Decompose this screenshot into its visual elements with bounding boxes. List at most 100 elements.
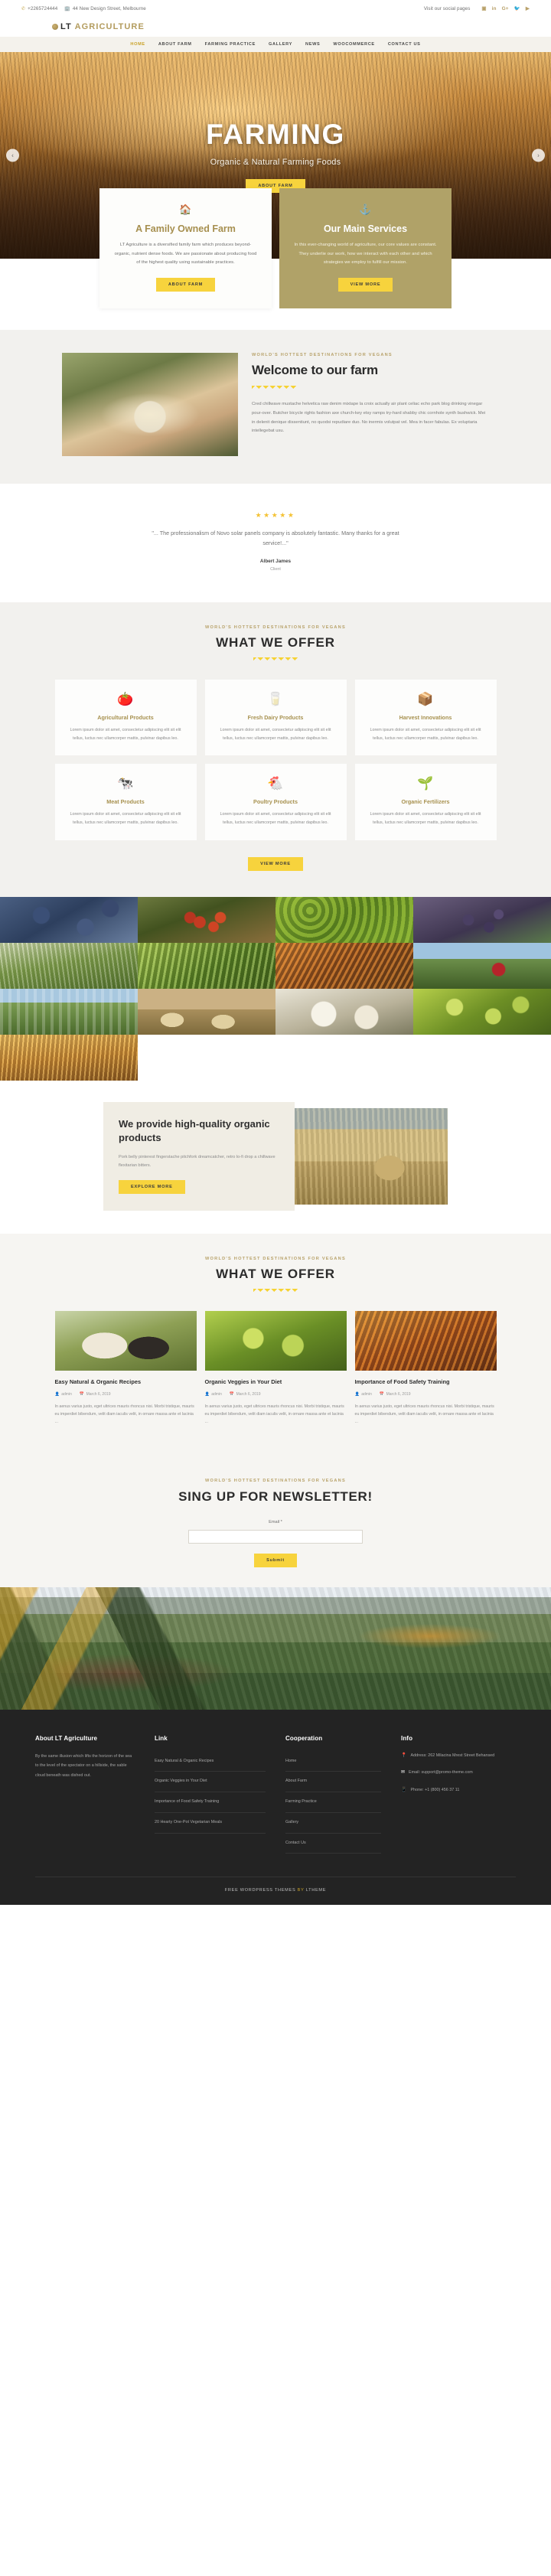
footer-info-column: Info 📍 Address: 262 Milacina Mrest Stree…	[401, 1735, 508, 1854]
welcome-image	[62, 352, 238, 456]
footer-cooperation-item[interactable]: Gallery	[285, 1813, 381, 1834]
main-navigation: HOME ABOUT FARM FARMING PRACTICE GALLERY…	[0, 37, 551, 52]
nav-item-about-farm[interactable]: ABOUT FARM	[158, 42, 192, 47]
newsletter-submit-button[interactable]: Submit	[254, 1553, 297, 1567]
testimonial-section: ★★★★★ "... The professionalism of Novo s…	[0, 483, 551, 603]
footer-phone-item[interactable]: 📱 Phone: +1 (800) 456 37 11	[401, 1786, 508, 1795]
blog-post[interactable]: Organic Veggies in Your Diet 👤 admin 📅 Mar…	[204, 1311, 347, 1427]
post-image	[54, 1311, 197, 1371]
blog-post[interactable]: Importance of Food Safety Training 👤 admi…	[354, 1311, 497, 1427]
gallery-item-green-vegetables[interactable]	[276, 896, 413, 943]
service-card[interactable]: 🌱 Organic Fertilizers Lorem ipsum dolor …	[354, 764, 497, 840]
gallery-item-blueberries[interactable]	[0, 896, 138, 943]
meat-products-icon: 🐄	[117, 776, 134, 791]
gallery-item-carrots-spices[interactable]	[276, 942, 413, 989]
gallery-item-farm-field[interactable]	[0, 988, 138, 1035]
quality-banner: We provide high-quality organic products…	[0, 1080, 551, 1234]
post-date: March 6, 2019	[86, 1391, 111, 1397]
envelope-icon: ✉	[401, 1770, 406, 1775]
rating-stars-icon: ★★★★★	[255, 510, 296, 519]
service-text: Lorem ipsum dolor sit amet, consectetur …	[370, 728, 481, 741]
blog-grid: Easy Natural & Organic Recipes 👤 admin 📅 M…	[0, 1311, 551, 1427]
service-card[interactable]: 🐄 Meat Products Lorem ipsum dolor sit am…	[54, 764, 197, 840]
dairy-products-icon: 🥛	[267, 692, 284, 707]
intro-cards: 🏠 A Family Owned Farm LT Agriculture is …	[0, 188, 551, 330]
service-card[interactable]: 🐔 Poultry Products Lorem ipsum dolor sit…	[204, 764, 347, 840]
footer-cooperation-column: Cooperation Home About Farm Farming Prac…	[285, 1735, 381, 1854]
footer-email-item[interactable]: ✉ Email: support@promo-theme.com	[401, 1769, 508, 1777]
footer-link-item[interactable]: Organic Veggies in Your Diet	[155, 1772, 266, 1793]
twitter-icon[interactable]: 🐦	[514, 5, 520, 11]
service-card[interactable]: 📦 Harvest Innovations Lorem ipsum dolor …	[354, 680, 497, 756]
nav-item-woocommerce[interactable]: WOOCOMMERCE	[333, 42, 374, 47]
gallery-item-cattle-sunset[interactable]	[0, 1034, 138, 1081]
post-title: Easy Natural & Organic Recipes	[54, 1378, 142, 1386]
poultry-products-icon: 🐔	[267, 776, 284, 791]
footer-copyright: FREE WORDPRESS THEMES BY LTHEME	[35, 1877, 516, 1905]
google-plus-icon[interactable]: G+	[502, 6, 509, 11]
hero-subtitle: Organic & Natural Farming Foods	[210, 157, 341, 167]
calendar-icon: 📅	[379, 1391, 385, 1397]
welcome-body: WORLD'S HOTTEST DESTINATIONS FOR VEGANS …	[252, 353, 489, 456]
post-excerpt: In aenus varius justo, eget ultrices mau…	[204, 1404, 344, 1425]
footer-copyright-brand: LTHEME	[305, 1888, 327, 1893]
footer-cooperation-item[interactable]: Farming Practice	[285, 1792, 381, 1813]
gallery-item-hay-bales[interactable]	[138, 988, 276, 1035]
footer-link-item[interactable]: Easy Natural & Organic Recipes	[155, 1752, 266, 1772]
post-title: Importance of Food Safety Training	[354, 1378, 450, 1386]
address-text: 44 New Design Street, Melbourne	[72, 5, 146, 11]
youtube-icon[interactable]: ▶	[526, 5, 530, 11]
footer-about-text: By the same illusion which lifts the hor…	[35, 1753, 132, 1779]
social-links: ▣ in G+ 🐦 ▶	[481, 5, 530, 12]
footer-link-item[interactable]: 20 Hearty One-Pot Vegetarian Meals	[155, 1813, 266, 1834]
post-date: March 6, 2019	[386, 1391, 411, 1397]
services-view-more-button[interactable]: VIEW MORE	[248, 856, 303, 871]
service-title: Agricultural Products	[97, 714, 154, 722]
top-bar: ✆ +2265724444 🏢 44 New Design Street, Me…	[0, 0, 551, 17]
nav-item-gallery[interactable]: GALLERY	[269, 42, 292, 47]
phone-item[interactable]: ✆ +2265724444	[21, 6, 57, 11]
building-icon: 🏢	[64, 6, 70, 11]
newsletter-eyebrow: WORLD'S HOTTEST DESTINATIONS FOR VEGANS	[205, 1478, 346, 1483]
footer-cooperation-item[interactable]: About Farm	[285, 1772, 381, 1793]
post-title: Organic Veggies in Your Diet	[204, 1378, 282, 1386]
gallery-item-tractor[interactable]	[413, 942, 551, 989]
address-item: 🏢 44 New Design Street, Melbourne	[64, 6, 146, 11]
footer-cooperation-item[interactable]: Contact Us	[285, 1834, 381, 1854]
footer-cooperation-item[interactable]: Home	[285, 1752, 381, 1772]
blog-post[interactable]: Easy Natural & Organic Recipes 👤 admin 📅 M…	[54, 1311, 197, 1427]
footer-about-heading: About LT Agriculture	[35, 1734, 98, 1742]
footer-address-item: 📍 Address: 262 Milacina Mrest Street Beh…	[401, 1752, 508, 1760]
nav-item-contact-us[interactable]: CONTACT US	[388, 42, 421, 47]
gallery-item-lettuce-field[interactable]	[0, 942, 138, 989]
nav-item-home[interactable]: HOME	[130, 42, 145, 47]
footer-columns: About LT Agriculture By the same illusio…	[35, 1735, 516, 1854]
gallery-item-green-tomatoes[interactable]	[413, 988, 551, 1035]
gallery-item-tomatoes[interactable]	[138, 896, 276, 943]
instagram-icon[interactable]: ▣	[481, 5, 486, 11]
footer-link-item[interactable]: Importance of Food Safety Training	[155, 1792, 266, 1813]
service-title: Harvest Innovations	[399, 714, 452, 722]
card-about-farm-button[interactable]: ABOUT FARM	[155, 277, 216, 292]
explore-more-button[interactable]: EXPLORE MORE	[119, 1180, 185, 1195]
gallery-item-grapes[interactable]	[413, 896, 551, 943]
blog-title: WHAT WE OFFER	[216, 1267, 335, 1282]
hero-next-arrow[interactable]: ›	[532, 148, 545, 162]
site-logo[interactable]: LT AGRICULTURE	[52, 22, 145, 31]
card-view-more-button[interactable]: VIEW MORE	[337, 277, 393, 292]
footer-copyright-by: BY	[297, 1888, 305, 1893]
testimonial-quote: "... The professionalism of Novo solar p…	[152, 529, 399, 547]
service-card[interactable]: 🥛 Fresh Dairy Products Lorem ipsum dolor…	[204, 680, 347, 756]
newsletter-email-input[interactable]	[188, 1529, 363, 1544]
service-card[interactable]: 🍅 Agricultural Products Lorem ipsum dolo…	[54, 680, 197, 756]
footer-cooperation-heading: Cooperation	[285, 1734, 323, 1742]
nav-item-news[interactable]: NEWS	[305, 42, 320, 47]
user-icon: 👤	[354, 1391, 360, 1397]
linkedin-icon[interactable]: in	[492, 6, 497, 11]
hero-prev-arrow[interactable]: ‹	[6, 148, 19, 162]
gallery-item-sheep[interactable]	[276, 988, 413, 1035]
gallery-item-leeks[interactable]	[138, 942, 276, 989]
nav-item-farming-practice[interactable]: FARMING PRACTICE	[205, 42, 256, 47]
agricultural-products-icon: 🍅	[117, 692, 134, 707]
user-icon: 👤	[204, 1391, 210, 1397]
